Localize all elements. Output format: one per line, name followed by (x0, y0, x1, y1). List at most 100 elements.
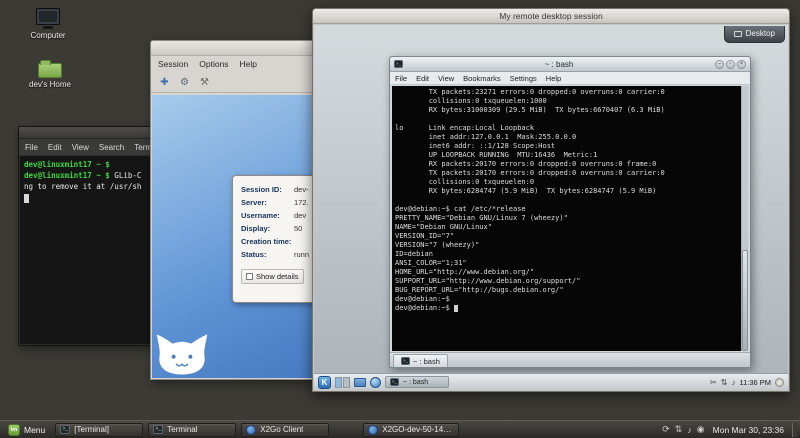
terminal-icon (153, 425, 163, 434)
konsole-tabbar: ~ : bash (390, 352, 750, 367)
network-icon[interactable] (675, 424, 683, 435)
konsole-title: ~ : bash (405, 60, 713, 69)
taskbar-window-button[interactable]: [Terminal] (55, 423, 143, 437)
terminal-line: BUG_REPORT_URL="http://bugs.debian.org/" (395, 286, 741, 295)
panel-cashew[interactable] (775, 378, 784, 387)
mint-taskbar: Menu [Terminal] Terminal X2Go Client X2G… (0, 420, 800, 438)
terminal-icon (60, 425, 70, 434)
settings-icon[interactable] (198, 76, 211, 89)
taskbar-window-button[interactable]: ~ : bash (385, 376, 449, 388)
volume-icon[interactable] (731, 378, 735, 387)
terminal-scrollback: TX packets:23271 errors:0 dropped:0 over… (395, 88, 741, 304)
terminal-line: RX bytes:31000309 (29.5 MiB) TX bytes:66… (395, 106, 741, 115)
browser-icon[interactable] (370, 377, 381, 388)
terminal-line: collisions:0 txqueuelen:0 (395, 178, 741, 187)
monitor-icon (734, 31, 742, 37)
field-label: Username: (241, 209, 294, 222)
menu-item[interactable]: Settings (510, 74, 537, 83)
remote-session-window: My remote desktop session Desktop ~ : ba… (312, 8, 790, 392)
show-details-checkbox[interactable]: Show details (241, 269, 304, 284)
field-value: 50 (294, 222, 302, 235)
scrollbar[interactable] (741, 86, 748, 351)
scrollbar-thumb[interactable] (742, 250, 748, 351)
volume-icon[interactable] (687, 425, 692, 435)
taskbar-window-button[interactable]: X2Go Client (241, 423, 329, 437)
desktop-tab-button[interactable]: Desktop (724, 26, 785, 43)
menu-item[interactable]: View (72, 143, 89, 152)
menu-item[interactable]: Edit (48, 143, 62, 152)
desktop-icon-home[interactable]: dev's Home (24, 60, 76, 89)
terminal-line: RX packets:20170 errors:0 dropped:0 over… (395, 160, 741, 169)
terminal-line: inet addr:127.0.0.1 Mask:255.0.0.0 (395, 133, 741, 142)
field-label: Status: (241, 248, 294, 261)
pager-desktop-1[interactable] (335, 377, 342, 388)
desktop-icon-label: dev's Home (24, 80, 76, 89)
x2go-mascot-icon (154, 329, 210, 377)
kde-menu-button[interactable] (318, 376, 331, 389)
menu-item[interactable]: Help (546, 74, 561, 83)
taskbar-window-button[interactable]: X2GO-dev-50-142776... (363, 423, 459, 437)
clock[interactable]: Mon Mar 30, 23:36 (713, 425, 784, 435)
remote-titlebar[interactable]: My remote desktop session (313, 9, 789, 24)
clipboard-icon[interactable] (710, 378, 717, 387)
kde-clock[interactable]: 11:36 PM (739, 378, 771, 387)
menu-item[interactable]: File (25, 143, 38, 152)
menu-item[interactable]: Help (240, 59, 257, 69)
terminal-prompt-line: dev@debian:~$ (395, 304, 741, 313)
new-session-icon[interactable] (158, 76, 171, 89)
show-desktop-button[interactable] (792, 423, 797, 437)
terminal-line: TX packets:20170 errors:0 dropped:0 over… (395, 169, 741, 178)
terminal-line: dev@debian:~$ cat /etc/*release (395, 205, 741, 214)
desktop-icon-computer[interactable]: Computer (22, 8, 74, 40)
terminal-line: collisions:0 txqueuelen:1000 (395, 97, 741, 106)
session-preferences-icon[interactable] (178, 76, 191, 89)
monitor-stand (43, 26, 53, 29)
menu-item[interactable]: Options (199, 59, 228, 69)
menu-item[interactable]: Edit (416, 74, 429, 83)
pager-desktop-2[interactable] (343, 377, 350, 388)
close-button[interactable] (737, 60, 746, 69)
konsole-icon (394, 60, 403, 68)
terminal-line (395, 115, 741, 124)
x2go-icon (246, 425, 256, 435)
konsole-titlebar[interactable]: ~ : bash (390, 57, 750, 72)
terminal-line: RX bytes:6284747 (5.9 MiB) TX bytes:6284… (395, 187, 741, 196)
desktop-pager[interactable] (335, 377, 350, 388)
terminal-line: dev@debian:~$ (395, 295, 741, 304)
terminal-cursor (454, 305, 458, 312)
kde-panel: ~ : bash 11:36 PM (314, 373, 788, 390)
menu-item[interactable]: Session (158, 59, 188, 69)
folder-icon[interactable] (354, 378, 366, 387)
menu-button[interactable]: Menu (3, 422, 50, 437)
update-icon[interactable] (662, 424, 670, 435)
desktop-tab-label: Desktop (746, 29, 775, 38)
desktop[interactable]: Computer dev's Home File Edit View Search Te… (0, 0, 800, 438)
terminal-line: HOME_URL="http://www.debian.org/" (395, 268, 741, 277)
menu-item[interactable]: Bookmarks (463, 74, 501, 83)
remote-title: My remote desktop session (499, 11, 602, 21)
terminal-line: PRETTY_NAME="Debian GNU/Linux 7 (wheezy)… (395, 214, 741, 223)
x2go-icon (368, 425, 378, 435)
power-icon[interactable] (697, 424, 705, 435)
terminal-prompt: dev@debian:~$ (395, 304, 454, 312)
taskbar-window-button[interactable]: Terminal (148, 423, 236, 437)
konsole-terminal[interactable]: TX packets:23271 errors:0 dropped:0 over… (392, 86, 741, 351)
terminal-line: NAME="Debian GNU/Linux" (395, 223, 741, 232)
field-label: Session ID: (241, 183, 294, 196)
terminal-icon (401, 357, 410, 365)
konsole-tab[interactable]: ~ : bash (393, 354, 448, 367)
menu-item[interactable]: View (438, 74, 454, 83)
remote-desktop-area[interactable]: Desktop ~ : bash File Edit View Bookmarks Se… (314, 25, 788, 390)
maximize-button[interactable] (726, 60, 735, 69)
terminal-line: SUPPORT_URL="http://www.debian.org/suppo… (395, 277, 741, 286)
terminal-line: ANSI_COLOR="1;31" (395, 259, 741, 268)
task-label: ~ : bash (403, 379, 428, 386)
menu-item[interactable]: Search (99, 143, 124, 152)
field-label: Creation time: (241, 235, 294, 248)
terminal-line: inet6 addr: ::1/128 Scope:Host (395, 142, 741, 151)
konsole-window: ~ : bash File Edit View Bookmarks Settings He… (389, 56, 751, 368)
computer-icon (36, 8, 60, 25)
minimize-button[interactable] (715, 60, 724, 69)
network-icon[interactable] (721, 378, 728, 387)
menu-item[interactable]: File (395, 74, 407, 83)
